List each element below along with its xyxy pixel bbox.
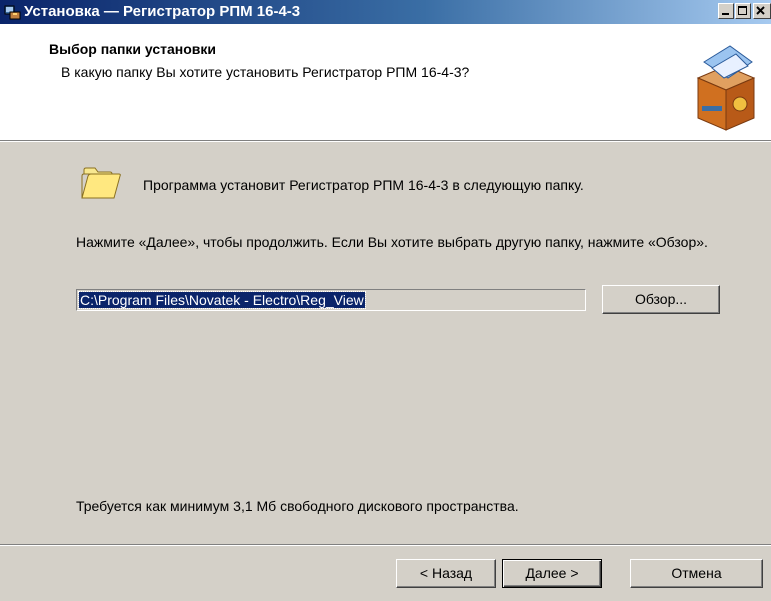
page-subtitle: В какую папку Вы хотите установить Регис… (61, 64, 470, 80)
folder-icon (81, 167, 121, 199)
maximize-icon (738, 6, 747, 15)
window-title: Установка — Регистратор РПМ 16-4-3 (24, 3, 301, 20)
minimize-icon (722, 13, 729, 15)
back-button[interactable]: < Назад (396, 559, 496, 588)
disk-space-text: Требуется как минимум 3,1 Мб свободного … (76, 498, 519, 514)
browse-button[interactable]: Обзор... (602, 285, 720, 314)
maximize-button[interactable] (735, 3, 751, 19)
title-bar[interactable]: Установка — Регистратор РПМ 16-4-3 (0, 0, 771, 24)
minimize-button[interactable] (718, 3, 734, 19)
installer-icon (4, 5, 21, 20)
footer-divider (0, 544, 771, 546)
close-button[interactable] (753, 3, 771, 19)
page-title: Выбор папки установки (49, 41, 217, 57)
instructions-text: Нажмите «Далее», чтобы продолжить. Если … (76, 234, 708, 250)
cancel-button[interactable]: Отмена (630, 559, 763, 588)
next-button[interactable]: Далее > (502, 559, 602, 588)
install-info-text: Программа установит Регистратор РПМ 16-4… (143, 177, 584, 193)
wizard-header: Выбор папки установки В какую папку Вы х… (0, 24, 771, 140)
setup-box-icon (696, 38, 760, 131)
install-path-field[interactable]: C:\Program Files\Novatek - Electro\Reg_V… (76, 289, 586, 311)
header-divider (0, 140, 771, 142)
install-path-value: C:\Program Files\Novatek - Electro\Reg_V… (78, 291, 366, 309)
close-icon (756, 6, 765, 15)
